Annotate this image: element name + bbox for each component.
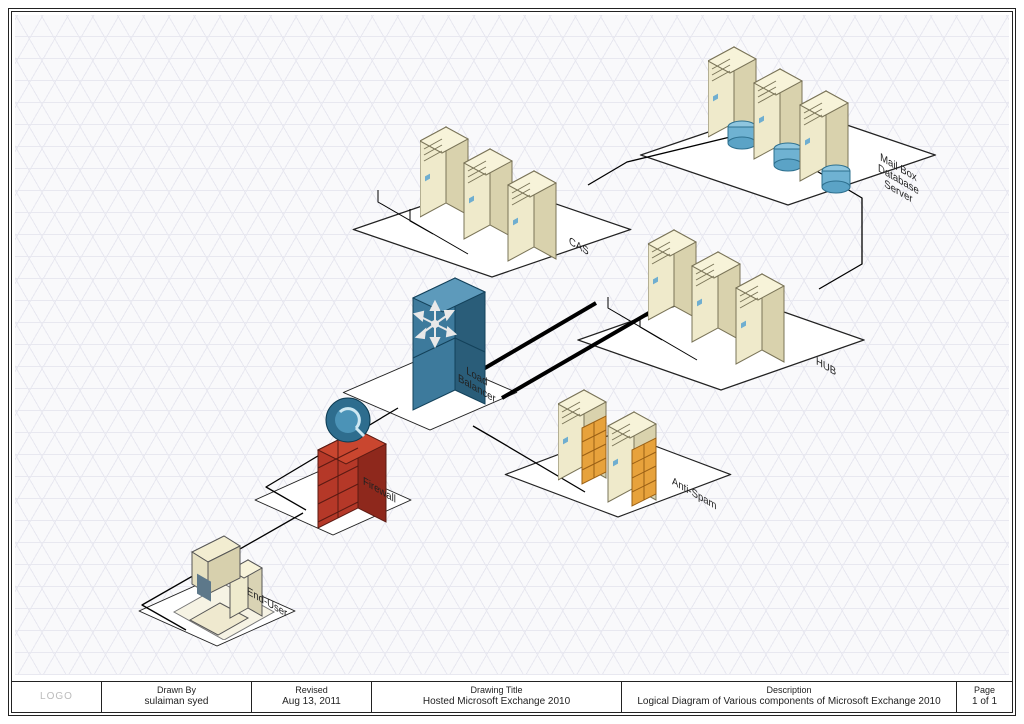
page-cell: Page 1 of 1 xyxy=(957,682,1012,712)
drawn-by-value: sulaiman syed xyxy=(145,696,209,709)
logo-cell: LOGO xyxy=(12,682,102,712)
page-value: 1 of 1 xyxy=(972,696,997,709)
drawing-title-cell: Drawing Title Hosted Microsoft Exchange … xyxy=(372,682,622,712)
drawn-by-cell: Drawn By sulaiman syed xyxy=(102,682,252,712)
title-block: LOGO Drawn By sulaiman syed Revised Aug … xyxy=(12,681,1012,712)
drawing-title-key: Drawing Title xyxy=(470,685,522,696)
drawing-title-value: Hosted Microsoft Exchange 2010 xyxy=(423,696,570,709)
revised-cell: Revised Aug 13, 2011 xyxy=(252,682,372,712)
server-cluster-icon xyxy=(648,228,858,368)
page-key: Page xyxy=(974,685,995,696)
description-key: Description xyxy=(766,685,811,696)
drawn-by-key: Drawn By xyxy=(157,685,196,696)
description-cell: Description Logical Diagram of Various c… xyxy=(622,682,957,712)
revised-value: Aug 13, 2011 xyxy=(282,696,341,709)
workstation-icon xyxy=(170,530,280,640)
revised-key: Revised xyxy=(295,685,328,696)
server-cluster-icon xyxy=(420,125,630,265)
firewall-icon xyxy=(300,390,400,530)
logo-text: LOGO xyxy=(40,691,73,704)
description-value: Logical Diagram of Various components of… xyxy=(637,696,940,709)
